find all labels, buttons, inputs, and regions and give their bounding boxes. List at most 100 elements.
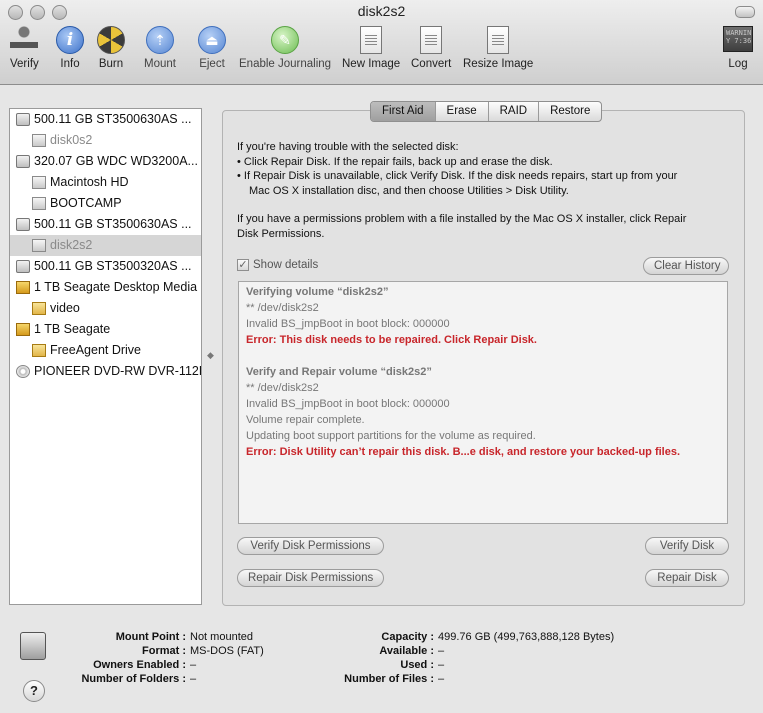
log-line: Updating boot support partitions for the… [246, 430, 536, 442]
hard-disk-icon [16, 218, 30, 231]
log-line: Verify and Repair volume “disk2s2” [246, 366, 432, 378]
sidebar-item-freeagent[interactable]: FreeAgent Drive [10, 340, 201, 361]
verify-label: Verify [10, 58, 39, 70]
sidebar-item-label: PIONEER DVD-RW DVR-112D [34, 364, 201, 378]
info-mount-point: Mount Point : Not mounted [60, 630, 264, 644]
info-owners-enabled: Owners Enabled : – [60, 658, 264, 672]
optical-disc-icon [16, 365, 30, 378]
sidebar-item-seagate[interactable]: 1 TB Seagate [10, 319, 201, 340]
sidebar-item-label: 320.07 GB WDC WD3200A... [34, 154, 198, 168]
disk-utility-window: disk2s2 Verify i Info Burn ⇡ Mount ⏏ Eje… [0, 0, 763, 713]
show-details-checkbox[interactable]: ✓ Show details [237, 259, 318, 271]
info-value: Not mounted [190, 631, 253, 643]
tab-raid[interactable]: RAID [489, 102, 540, 121]
verify-button[interactable]: Verify [10, 26, 39, 70]
log-line: ** /dev/disk2s2 [246, 302, 319, 314]
toolbar-toggle-button[interactable] [735, 6, 755, 18]
first-aid-log[interactable]: Verifying volume “disk2s2” ** /dev/disk2… [238, 281, 728, 524]
info-label: Number of Files : [344, 673, 434, 685]
tab-first-aid[interactable]: First Aid [371, 102, 436, 121]
sidebar-item-label: 1 TB Seagate [34, 322, 111, 336]
info-capacity: Capacity : 499.76 GB (499,763,888,128 By… [330, 630, 614, 644]
burn-label: Burn [98, 58, 124, 70]
microscope-icon [10, 26, 39, 54]
permissions-instructions-continued: Disk Permissions. [237, 227, 325, 240]
tab-restore[interactable]: Restore [539, 102, 601, 121]
burn-button[interactable]: Burn [97, 26, 125, 70]
verify-disk-permissions-button[interactable]: Verify Disk Permissions [237, 537, 384, 555]
log-label: Log [728, 58, 748, 70]
info-used: Used : – [330, 658, 614, 672]
convert-button[interactable]: Convert [411, 26, 451, 70]
sidebar-item-disk3[interactable]: 500.11 GB ST3500320AS ... [10, 256, 201, 277]
info-label: Available : [379, 645, 434, 657]
sidebar-item-disk2[interactable]: 500.11 GB ST3500630AS ... [10, 214, 201, 235]
info-label: Capacity : [381, 631, 434, 643]
log-line: Verifying volume “disk2s2” [246, 286, 389, 298]
volume-info-right: Capacity : 499.76 GB (499,763,888,128 By… [330, 630, 614, 686]
convert-label: Convert [411, 58, 452, 70]
clear-history-button[interactable]: Clear History [643, 257, 729, 275]
sidebar-item-disk0s2[interactable]: disk0s2 [10, 130, 201, 151]
sidebar-item-disk2s2[interactable]: disk2s2 [10, 235, 201, 256]
info-value: – [438, 659, 445, 671]
journal-icon: ✎ [271, 26, 300, 54]
titlebar: disk2s2 Verify i Info Burn ⇡ Mount ⏏ Eje… [0, 0, 763, 85]
log-line: Volume repair complete. [246, 414, 365, 426]
instructions-bullet-1: • Click Repair Disk. If the repair fails… [237, 155, 553, 168]
sidebar-item-seagate-desktop[interactable]: 1 TB Seagate Desktop Media [10, 277, 201, 298]
sidebar-item-disk1[interactable]: 320.07 GB WDC WD3200A... [10, 151, 201, 172]
repair-disk-permissions-button[interactable]: Repair Disk Permissions [237, 569, 384, 587]
hard-disk-icon [16, 155, 30, 168]
info-label: Owners Enabled : [93, 659, 186, 671]
tab-erase[interactable]: Erase [436, 102, 489, 121]
enable-journaling-label: Enable Journaling [239, 58, 332, 70]
enable-journaling-button[interactable]: ✎ Enable Journaling [239, 26, 331, 70]
log-error-line: Error: This disk needs to be repaired. C… [246, 334, 537, 346]
instructions-intro: If you're having trouble with the select… [237, 141, 459, 153]
device-sidebar[interactable]: 500.11 GB ST3500630AS ... disk0s2 320.07… [9, 108, 202, 605]
info-button[interactable]: i Info [56, 26, 84, 70]
sidebar-item-label: 500.11 GB ST3500320AS ... [34, 259, 192, 273]
new-image-icon [360, 26, 383, 54]
verify-disk-button[interactable]: Verify Disk [645, 537, 729, 555]
new-image-button[interactable]: New Image [342, 26, 400, 70]
info-value: – [190, 673, 197, 685]
checkmark-icon: ✓ [237, 259, 249, 271]
mount-label: Mount [144, 58, 176, 70]
splitter-handle-icon[interactable]: ◆ [207, 350, 214, 361]
help-button[interactable]: ? [23, 680, 45, 702]
log-button[interactable]: WARNIN Y 7:36 Log [723, 26, 753, 70]
sidebar-item-label: video [50, 301, 80, 315]
sidebar-item-label: Macintosh HD [50, 175, 129, 189]
info-value: – [190, 659, 197, 671]
info-icon: i [56, 26, 84, 54]
info-number-of-files: Number of Files : – [330, 672, 614, 686]
sidebar-item-label: BOOTCAMP [50, 196, 122, 210]
sidebar-item-disk0[interactable]: 500.11 GB ST3500630AS ... [10, 109, 201, 130]
sidebar-item-label: 1 TB Seagate Desktop Media [34, 280, 198, 294]
external-drive-icon [16, 281, 30, 294]
resize-image-button[interactable]: Resize Image [463, 26, 533, 70]
info-format: Format : MS-DOS (FAT) [60, 644, 264, 658]
tab-bar: First Aid Erase RAID Restore [370, 101, 603, 122]
mount-icon: ⇡ [145, 26, 174, 54]
new-image-label: New Image [342, 58, 401, 70]
volume-icon [32, 134, 46, 147]
sidebar-item-dvd[interactable]: PIONEER DVD-RW DVR-112D [10, 361, 201, 382]
resize-image-label: Resize Image [463, 58, 534, 70]
resize-image-icon [487, 26, 510, 54]
sidebar-item-bootcamp[interactable]: BOOTCAMP [10, 193, 201, 214]
eject-button[interactable]: ⏏ Eject [198, 26, 226, 70]
hard-disk-icon [16, 260, 30, 273]
sidebar-item-video[interactable]: video [10, 298, 201, 319]
sidebar-item-macintosh-hd[interactable]: Macintosh HD [10, 172, 201, 193]
volume-icon [32, 239, 46, 252]
first-aid-instructions: If you're having trouble with the select… [237, 140, 737, 241]
eject-icon: ⏏ [198, 26, 226, 54]
mount-button[interactable]: ⇡ Mount [144, 26, 176, 70]
repair-disk-button[interactable]: Repair Disk [645, 569, 729, 587]
info-value: – [438, 645, 445, 657]
log-line: ** /dev/disk2s2 [246, 382, 319, 394]
instructions-bullet-2: • If Repair Disk is unavailable, click V… [237, 170, 678, 182]
